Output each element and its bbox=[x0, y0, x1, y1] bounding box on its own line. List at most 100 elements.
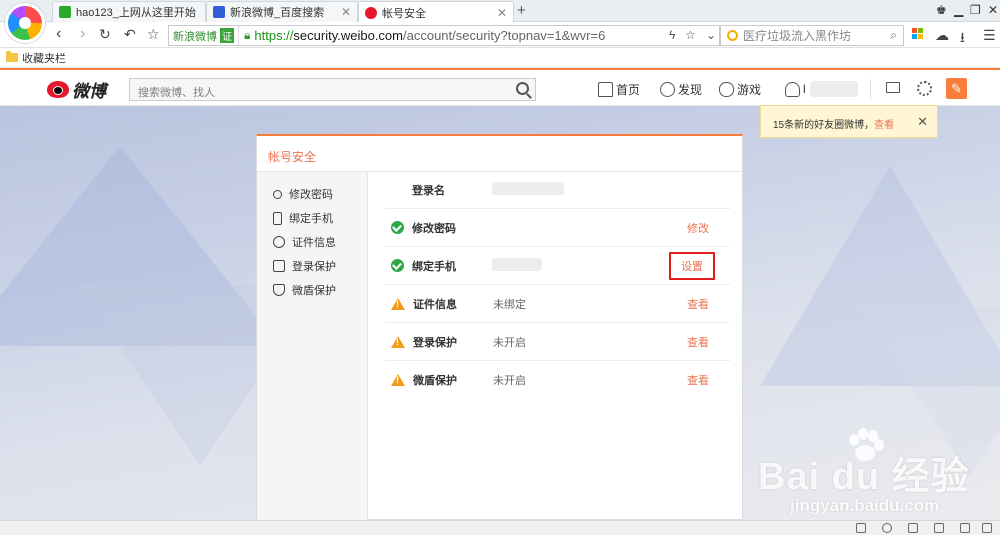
tab-hao123[interactable]: hao123_上网从这里开始 bbox=[52, 1, 206, 22]
undo-icon[interactable]: ↶ bbox=[124, 25, 136, 43]
back-icon[interactable]: ‹ bbox=[56, 25, 61, 43]
speed-icon[interactable] bbox=[882, 523, 892, 533]
window-icon[interactable] bbox=[960, 523, 970, 533]
restore-icon[interactable]: ❐ bbox=[970, 3, 981, 17]
tab-title: hao123_上网从这里开始 bbox=[76, 7, 196, 19]
view-login-protection-link[interactable]: 查看 bbox=[687, 334, 709, 350]
compose-button[interactable]: ✎ bbox=[946, 78, 967, 99]
gamepad-icon bbox=[719, 82, 734, 97]
url-scheme: https:// bbox=[254, 28, 294, 43]
notification-view-link[interactable]: 查看 bbox=[874, 120, 894, 131]
verified-badge: 证 bbox=[220, 28, 234, 43]
new-tab-button[interactable]: + bbox=[517, 2, 526, 19]
tab-weibo-search[interactable]: 新浪微博_百度搜索 ✕ bbox=[206, 1, 358, 22]
speaker-icon[interactable] bbox=[934, 523, 944, 533]
search-icon[interactable] bbox=[516, 82, 529, 95]
modify-password-link[interactable]: 修改 bbox=[687, 220, 709, 236]
browser-logo-icon[interactable] bbox=[5, 3, 45, 43]
sidebar-item-change-password[interactable]: 修改密码 bbox=[257, 182, 367, 206]
warning-icon bbox=[391, 374, 405, 386]
nav-games[interactable]: 游戏 bbox=[719, 81, 761, 98]
gear-icon[interactable] bbox=[917, 81, 932, 96]
row-label: 微盾保护 bbox=[413, 375, 457, 387]
browser-status-bar bbox=[0, 520, 1000, 535]
nav-home-label: 首页 bbox=[616, 83, 641, 97]
security-sidebar: 修改密码 绑定手机 证件信息 登录保护 微盾保护 bbox=[257, 172, 368, 520]
compass-icon bbox=[660, 82, 675, 97]
favorites-bar-label[interactable]: 收藏夹栏 bbox=[22, 50, 66, 66]
row-change-password: 修改密码 修改 bbox=[385, 209, 730, 247]
sidebar-item-label: 证件信息 bbox=[292, 237, 336, 249]
sidebar-item-shield-protection[interactable]: 微盾保护 bbox=[257, 278, 367, 302]
row-value bbox=[492, 182, 730, 198]
blurred-login-name bbox=[492, 182, 564, 195]
favorites-bar: 收藏夹栏 bbox=[0, 48, 1000, 68]
set-phone-link[interactable]: 设置 bbox=[669, 251, 715, 280]
key-icon bbox=[273, 189, 282, 199]
sidebar-item-label: 绑定手机 bbox=[289, 213, 333, 225]
bookmark-star-icon[interactable]: ☆ bbox=[685, 28, 696, 42]
sidebar-item-label: 修改密码 bbox=[289, 189, 333, 201]
baidu-favicon-icon bbox=[213, 6, 225, 18]
weibo-logo-text: 微博 bbox=[72, 81, 106, 101]
view-id-info-link[interactable]: 查看 bbox=[687, 296, 709, 312]
check-icon bbox=[391, 259, 404, 272]
sidebar-item-id-info[interactable]: 证件信息 bbox=[257, 230, 367, 254]
row-label: 登录保护 bbox=[413, 336, 457, 349]
weibo-search-input[interactable]: 搜索微博、找人 bbox=[129, 78, 536, 101]
user-icon bbox=[785, 81, 800, 97]
zoom-icon[interactable] bbox=[982, 523, 992, 533]
weibo-logo[interactable]: 微博 bbox=[47, 77, 107, 101]
minimize-icon[interactable]: ▁ bbox=[954, 3, 963, 17]
window-close-icon[interactable]: ✕ bbox=[988, 3, 998, 17]
divider bbox=[870, 79, 871, 99]
browser-tab-bar: hao123_上网从这里开始 新浪微博_百度搜索 ✕ 帐号安全 ✕ + ♚ ▁ … bbox=[0, 0, 1000, 43]
sidebar-item-login-protection[interactable]: 登录保护 bbox=[257, 254, 367, 278]
nav-user[interactable]: l bbox=[785, 81, 858, 97]
chevron-down-icon[interactable]: ⌄ bbox=[706, 28, 716, 42]
weibo-favicon-icon bbox=[365, 6, 377, 19]
nav-discover[interactable]: 发现 bbox=[660, 81, 702, 98]
site-identity[interactable]: 新浪微博 证 bbox=[169, 26, 239, 45]
mail-icon[interactable] bbox=[886, 82, 900, 93]
cloud-icon[interactable]: ☁ bbox=[935, 27, 949, 44]
skin-icon[interactable]: ♚ bbox=[936, 3, 947, 17]
hao123-favicon-icon bbox=[59, 6, 71, 18]
row-bind-phone: 绑定手机 设置 bbox=[385, 247, 730, 285]
trash-icon[interactable] bbox=[908, 523, 918, 533]
warning-icon bbox=[391, 297, 405, 310]
address-bar[interactable]: 新浪微博 证 🔒︎ https://security.weibo.com/acc… bbox=[168, 25, 720, 46]
close-icon[interactable]: ✕ bbox=[917, 114, 928, 130]
row-label: 登录名 bbox=[412, 185, 445, 197]
forward-icon[interactable]: › bbox=[80, 25, 85, 43]
row-login-protection: 登录保护 未开启 查看 bbox=[385, 323, 730, 361]
nav-discover-label: 发现 bbox=[678, 83, 703, 97]
view-shield-protection-link[interactable]: 查看 bbox=[687, 372, 709, 388]
search-suggestion: 医疗垃圾流入黑作坊 bbox=[743, 29, 852, 43]
search-engine-icon bbox=[727, 30, 738, 41]
search-icon[interactable]: ⌕ bbox=[890, 28, 897, 43]
star-icon[interactable]: ☆ bbox=[147, 25, 160, 43]
security-settings-list: 登录名 修改密码 修改 绑定手机 设置 证件信息 未绑定 查看 登录保护 未开启… bbox=[385, 172, 730, 399]
close-icon[interactable]: ✕ bbox=[341, 5, 351, 19]
warning-icon bbox=[391, 335, 405, 348]
apps-icon[interactable] bbox=[912, 28, 924, 40]
weibo-header: 微博 搜索微博、找人 首页 发现 游戏 l ✎ bbox=[0, 68, 1000, 106]
sidebar-item-bind-phone[interactable]: 绑定手机 bbox=[257, 206, 367, 230]
watermark-brand: Bai du 经验 bbox=[758, 456, 970, 498]
row-id-info: 证件信息 未绑定 查看 bbox=[385, 285, 730, 323]
nav-home[interactable]: 首页 bbox=[598, 81, 640, 98]
row-shield-protection: 微盾保护 未开启 查看 bbox=[385, 361, 730, 399]
extension-icon[interactable] bbox=[856, 523, 866, 533]
menu-icon[interactable]: ☰ bbox=[983, 27, 996, 44]
refresh-icon[interactable]: ↻ bbox=[99, 25, 111, 43]
phone-icon bbox=[273, 211, 282, 225]
row-label: 证件信息 bbox=[413, 298, 457, 311]
url-host: security.weibo.com bbox=[293, 28, 403, 43]
shield-icon bbox=[273, 284, 285, 296]
search-engine-box[interactable]: 医疗垃圾流入黑作坊 ⌕ bbox=[720, 25, 904, 46]
close-icon[interactable]: ✕ bbox=[497, 6, 507, 20]
panel-title: 帐号安全 bbox=[257, 136, 742, 172]
lightning-icon[interactable]: ϟ bbox=[669, 28, 675, 42]
tab-account-security[interactable]: 帐号安全 ✕ bbox=[358, 1, 514, 23]
